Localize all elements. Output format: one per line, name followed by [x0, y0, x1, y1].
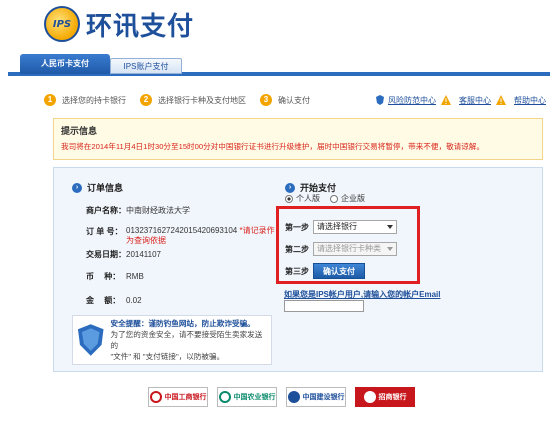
step-number: 2: [140, 94, 152, 106]
enterprise-radio[interactable]: [330, 194, 338, 203]
step-label: 选择银行卡种及支付地区: [158, 95, 246, 105]
arrow-right-icon: ›: [285, 182, 295, 193]
step-3: 3 确认支付: [260, 94, 310, 106]
security-title: 安全提醒：: [110, 319, 149, 328]
step-number: 3: [260, 94, 272, 106]
personal-label: 个人版: [296, 194, 320, 203]
confirm-payment-button[interactable]: 确认支付: [313, 263, 365, 279]
warning-icon: [441, 95, 451, 105]
step-1: 1 选择您的持卡银行: [44, 94, 126, 106]
chevron-down-icon: [387, 225, 393, 229]
order-info-heading: › 订单信息: [72, 181, 123, 194]
order-no-row: 订 单 号： 01323716272420154206931​04 *请记录作为…: [86, 226, 275, 245]
logo-badge-icon: IPS: [44, 6, 80, 42]
shield-icon: [77, 324, 104, 356]
step-label: 确认支付: [278, 95, 310, 105]
security-line-1: 为了您的资金安全，请不要接受陌生卖家发送的: [110, 330, 263, 350]
order-number: 01323716272420154206931​04: [126, 226, 238, 235]
card-type-select[interactable]: 请选择银行卡种类: [313, 242, 397, 256]
notice-title: 提示信息: [61, 126, 98, 136]
ips-logo: IPS 环讯支付: [44, 6, 194, 42]
bank-cmb[interactable]: 招商银行: [355, 387, 415, 407]
amount-row: 金 额： 0.02: [86, 296, 142, 305]
bank-select[interactable]: 请选择银行: [313, 220, 397, 234]
help-center-link[interactable]: 帮助中心: [514, 95, 546, 106]
payment-tabs: 人民币卡支付 IPS账户支付: [8, 54, 550, 76]
step-2: 2 选择银行卡种及支付地区: [140, 94, 246, 106]
trade-date: 20141107: [126, 250, 161, 259]
ips-email-input[interactable]: [284, 300, 364, 312]
security-slogan: 谨防钓鱼网站，防止欺诈受骗。: [148, 319, 255, 328]
step1-row: 第一步 请选择银行: [285, 220, 397, 234]
enterprise-label: 企业版: [341, 194, 365, 203]
security-line-2: "文件" 和 "支付链接"，以防被骗。: [110, 352, 225, 361]
currency-value: RMB: [126, 272, 144, 281]
version-radios: 个人版 企业版: [285, 193, 365, 204]
personal-radio[interactable]: [285, 194, 293, 203]
ips-email-prompt[interactable]: 如果您是IPS帐户用户,请输入您的帐户Email: [284, 289, 440, 300]
abc-logo-icon: [218, 391, 231, 403]
step-number: 1: [44, 94, 56, 106]
currency-row: 币 种： RMB: [86, 272, 144, 281]
help-links: 风险防范中心 客服中心 帮助中心: [367, 92, 546, 108]
chevron-down-icon: [387, 247, 393, 251]
logo-text: 环讯支付: [86, 11, 195, 42]
warning-icon: [496, 95, 506, 105]
notice-body: 我司将在2014年11月4日1时30分至15时00分对中国银行证书进行升级维护，…: [61, 142, 485, 151]
security-reminder: 安全提醒：谨防钓鱼网站，防止欺诈受骗。 为了您的资金安全，请不要接受陌生卖家发送…: [72, 315, 272, 365]
bank-logos: 中国工商银行 中国农业银行 中国建设银行 招商银行: [148, 387, 424, 407]
ccb-logo-icon: [287, 391, 300, 403]
risk-center-link[interactable]: 风险防范中心: [375, 95, 436, 106]
step-indicator: 1 选择您的持卡银行 2 选择银行卡种及支付地区 3 确认支付 风险防范中心 客…: [44, 92, 552, 108]
shield-icon: [376, 95, 384, 105]
merchant-row: 商户名称： 中南财经政法大学: [86, 206, 190, 215]
icbc-logo-icon: [149, 391, 162, 403]
step-label: 选择您的持卡银行: [62, 95, 126, 105]
service-center-link[interactable]: 客服中心: [459, 95, 491, 106]
bank-icbc[interactable]: 中国工商银行: [148, 387, 208, 407]
step2-row: 第二步 请选择银行卡种类: [285, 242, 397, 256]
amount-value: 0.02: [126, 296, 142, 305]
cmb-logo-icon: [363, 391, 376, 403]
step3-row: 第三步 确认支付: [285, 263, 365, 279]
arrow-right-icon: ›: [72, 182, 82, 193]
bank-abc[interactable]: 中国农业银行: [217, 387, 277, 407]
bank-ccb[interactable]: 中国建设银行: [286, 387, 346, 407]
tab-ips-account[interactable]: IPS账户支付: [110, 58, 182, 74]
date-row: 交易日期： 20141107: [86, 250, 161, 259]
tab-rmb-card[interactable]: 人民币卡支付: [20, 54, 110, 74]
notice-box: 提示信息 我司将在2014年11月4日1时30分至15时00分对中国银行证书进行…: [53, 118, 543, 160]
merchant-name: 中南财经政法大学: [126, 206, 190, 215]
